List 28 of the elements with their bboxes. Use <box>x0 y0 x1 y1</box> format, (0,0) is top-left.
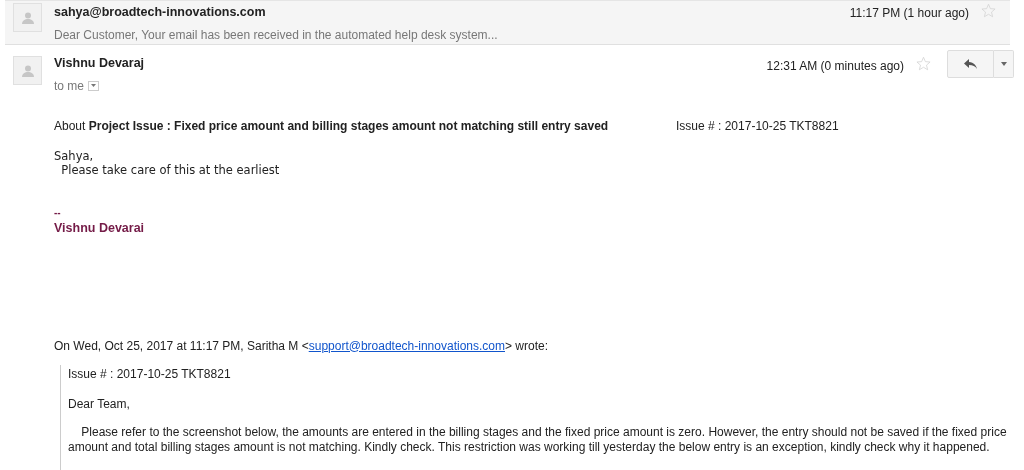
quote-greeting: Dear Team, <box>68 395 131 413</box>
recipient-label: to me <box>54 77 84 95</box>
quote-header: On Wed, Oct 25, 2017 at 11:17 PM, Saritha M <support@broadtech-innovations.com> wrote: <box>54 338 549 353</box>
sender-name: Vishnu Devaraj <box>54 55 146 72</box>
message-snippet: Dear Customer, Your email has been received in the automated help desk system... <box>54 26 499 44</box>
message-time: 12:31 AM (0 minutes ago) <box>766 58 904 75</box>
caret-icon <box>1000 62 1007 66</box>
avatar-icon <box>13 3 42 32</box>
quote-issue-number: Issue # : 2017-10-25 TKT8821 <box>68 365 232 383</box>
signature-dash: -- <box>54 206 62 219</box>
message-body: Please take care of this at the earliest <box>61 162 281 177</box>
signature-name: Vishnu Devarai <box>54 219 146 237</box>
reply-button[interactable] <box>947 50 994 78</box>
details-dropdown[interactable] <box>88 80 99 91</box>
caret-icon <box>91 84 96 88</box>
message-time: 11:17 PM (1 hour ago) <box>849 5 969 22</box>
more-button[interactable] <box>994 50 1014 78</box>
star-icon[interactable] <box>916 56 931 71</box>
greeting: Sahya, <box>54 148 95 163</box>
subject-line: About Project Issue : Fixed price amount and billing stages amount not matching still entry saved <box>54 117 610 135</box>
sender-email: sahya@broadtech-innovations.com <box>54 4 267 21</box>
issue-number: Issue # : 2017-10-25 TKT8821 <box>676 117 839 135</box>
collapsed-message[interactable]: sahya@broadtech-innovations.com Dear Customer, Your email has been received in the automated help desk system... 11:17 PM (1 hour ago) <box>5 0 1010 45</box>
quote-paragraph: Please refer to the screenshot below, the amounts are entered in the billing stages and the fixed price amount is zero. However, the entry should not be saved if the fixed price amount and total billing stages amount is not matching. Kindly check. This restriction was working till yesterday the below entry is an exception, kindly check why it happened. <box>68 424 1008 455</box>
email-link[interactable]: support@broadtech-innovations.com <box>308 338 505 353</box>
avatar-icon <box>13 56 42 85</box>
reply-icon <box>964 59 977 69</box>
star-icon[interactable] <box>981 3 996 18</box>
